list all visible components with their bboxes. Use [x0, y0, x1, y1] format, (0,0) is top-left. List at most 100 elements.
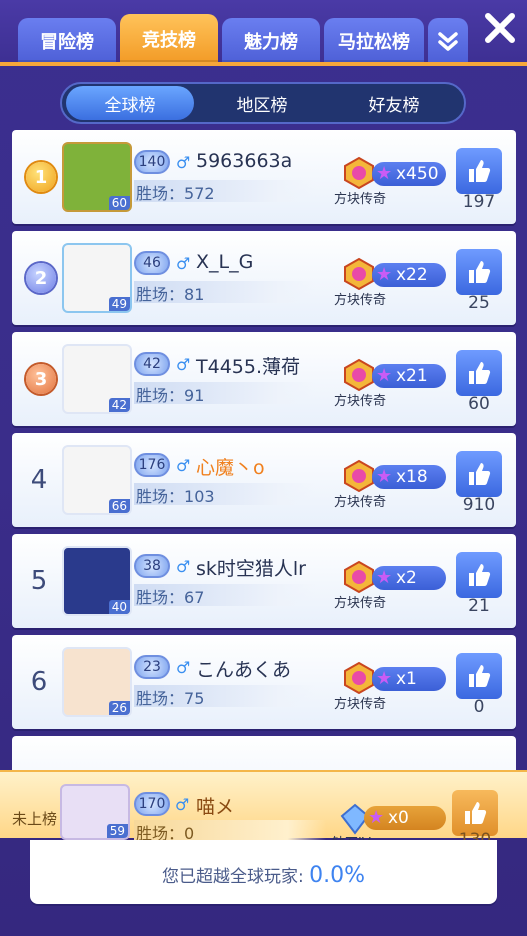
star-icon: ★ — [368, 807, 385, 828]
level-badge: 23 — [134, 655, 170, 679]
rank-medal: 1 — [26, 162, 56, 192]
wins-count: 胜场：91 — [134, 382, 316, 405]
star-count: ★ x2 — [372, 566, 446, 590]
tier-emblem-icon — [344, 358, 374, 392]
tab-charm[interactable]: 魅力榜 — [222, 18, 320, 64]
tier-label: 方块传奇 — [334, 293, 387, 308]
rank-number: 6 — [30, 667, 48, 697]
star-count: ★ x22 — [372, 263, 446, 287]
rank-number: 5 — [30, 566, 48, 596]
star-icon: ★ — [376, 365, 393, 386]
wins-count: 胜场：81 — [134, 281, 316, 304]
leaderboard-row[interactable]: 4 66 176 ♂ 心魔丶o 胜场：103 ★ x18 方块传奇 910 — [12, 433, 516, 527]
leaderboard-row[interactable]: 3 42 42 ♂ T4455.薄荷 胜场：91 ★ x21 方块传奇 60 — [12, 332, 516, 426]
leaderboard-row[interactable]: 1 60 140 ♂ 5963663a 胜场：572 ★ x450 方块传奇 19… — [12, 130, 516, 224]
avatar[interactable]: 26 — [62, 647, 132, 717]
my-rank-bar[interactable]: 未上榜 59 170 ♂ 喵メ 胜场：0 ★x0 钻石IV 130 — [0, 770, 527, 851]
star-count: ★ x450 — [372, 162, 446, 186]
player-name: 心魔丶o — [196, 457, 265, 479]
level-badge: 42 — [134, 352, 170, 376]
thumbs-up-icon — [469, 665, 491, 687]
like-button[interactable] — [456, 249, 502, 295]
wins-count: 胜场：0 — [134, 820, 326, 843]
wins-count: 胜场：103 — [134, 483, 316, 506]
star-icon: ★ — [376, 163, 393, 184]
like-count: 910 — [462, 495, 496, 515]
star-icon: ★ — [376, 668, 393, 689]
rank-medal: 2 — [26, 263, 56, 293]
male-icon: ♂ — [176, 355, 191, 374]
avatar-level: 26 — [108, 701, 130, 715]
like-button[interactable] — [456, 350, 502, 396]
avatar[interactable]: 60 — [62, 142, 132, 212]
subtab-global[interactable]: 全球榜 — [66, 86, 194, 120]
star-count: ★ x21 — [372, 364, 446, 388]
tab-arena[interactable]: 竞技榜 — [120, 14, 218, 64]
scope-tabs: 全球榜 地区榜 好友榜 — [60, 82, 466, 124]
wins-count: 胜场：75 — [134, 685, 316, 708]
player-name: sk时空猎人lr — [196, 558, 306, 580]
subtab-region[interactable]: 地区榜 — [198, 86, 326, 120]
male-icon: ♂ — [175, 795, 190, 814]
like-count: 0 — [473, 697, 485, 717]
subtab-friends[interactable]: 好友榜 — [330, 86, 458, 120]
star-count: ★ x1 — [372, 667, 446, 691]
tab-marathon[interactable]: 马拉松榜 — [324, 18, 424, 64]
rank-medal: 3 — [26, 364, 56, 394]
wins-count: 胜场：572 — [134, 180, 316, 203]
avatar-level: 42 — [108, 398, 130, 412]
level-badge: 140 — [134, 150, 170, 174]
avatar-level: 49 — [108, 297, 130, 311]
like-count: 25 — [468, 293, 490, 313]
close-button[interactable] — [480, 8, 520, 48]
more-tabs-button[interactable] — [428, 18, 468, 64]
tab-adventure[interactable]: 冒险榜 — [18, 18, 116, 64]
tier-emblem-icon — [344, 459, 374, 493]
leaderboard-list[interactable]: 1 60 140 ♂ 5963663a 胜场：572 ★ x450 方块传奇 19… — [12, 130, 516, 770]
chevron-double-down-icon — [438, 32, 458, 51]
avatar-level: 66 — [108, 499, 130, 513]
like-count: 21 — [468, 596, 490, 616]
avatar[interactable]: 42 — [62, 344, 132, 414]
thumbs-up-icon — [469, 463, 491, 485]
avatar-level: 60 — [108, 196, 130, 210]
level-badge: 38 — [134, 554, 170, 578]
star-icon: ★ — [376, 264, 393, 285]
leaderboard-row[interactable]: 6 26 23 ♂ こんあくあ 胜场：75 ★ x1 方块传奇 0 — [12, 635, 516, 729]
leaderboard-row-partial[interactable] — [12, 736, 516, 770]
avatar[interactable]: 66 — [62, 445, 132, 515]
tier-label: 方块传奇 — [334, 596, 387, 611]
male-icon: ♂ — [176, 557, 191, 576]
male-icon: ♂ — [176, 254, 191, 273]
male-icon: ♂ — [176, 456, 191, 475]
like-button[interactable] — [456, 148, 502, 194]
like-count: 60 — [468, 394, 490, 414]
thumbs-up-icon — [469, 160, 491, 182]
my-avatar[interactable]: 59 — [60, 784, 130, 840]
like-button[interactable] — [456, 552, 502, 598]
tier-emblem-icon — [344, 156, 374, 190]
tab-underline — [0, 62, 527, 66]
leaderboard-row[interactable]: 5 40 38 ♂ sk时空猎人lr 胜场：67 ★ x2 方块传奇 21 — [12, 534, 516, 628]
percentile-value: 0.0% — [309, 863, 366, 888]
avatar-level: 40 — [108, 600, 130, 614]
star-count: ★ x18 — [372, 465, 446, 489]
tier-label: 方块传奇 — [334, 697, 387, 712]
rank-number: 4 — [30, 465, 48, 495]
leaderboard-row[interactable]: 2 49 46 ♂ X_L_G 胜场：81 ★ x22 方块传奇 25 — [12, 231, 516, 325]
wins-count: 胜场：67 — [134, 584, 316, 607]
like-button[interactable] — [456, 653, 502, 699]
tier-emblem-icon — [344, 560, 374, 594]
male-icon: ♂ — [176, 658, 191, 677]
thumbs-up-icon — [469, 261, 491, 283]
avatar[interactable]: 49 — [62, 243, 132, 313]
level-badge: 46 — [134, 251, 170, 275]
avatar-level: 59 — [106, 824, 128, 838]
star-count: ★ x0 — [364, 806, 446, 830]
tier-label: 方块传奇 — [334, 192, 387, 207]
avatar[interactable]: 40 — [62, 546, 132, 616]
tier-label: 方块传奇 — [334, 394, 387, 409]
like-count: 197 — [462, 192, 496, 212]
like-button[interactable] — [456, 451, 502, 497]
my-player-name: 喵メ — [196, 796, 235, 818]
